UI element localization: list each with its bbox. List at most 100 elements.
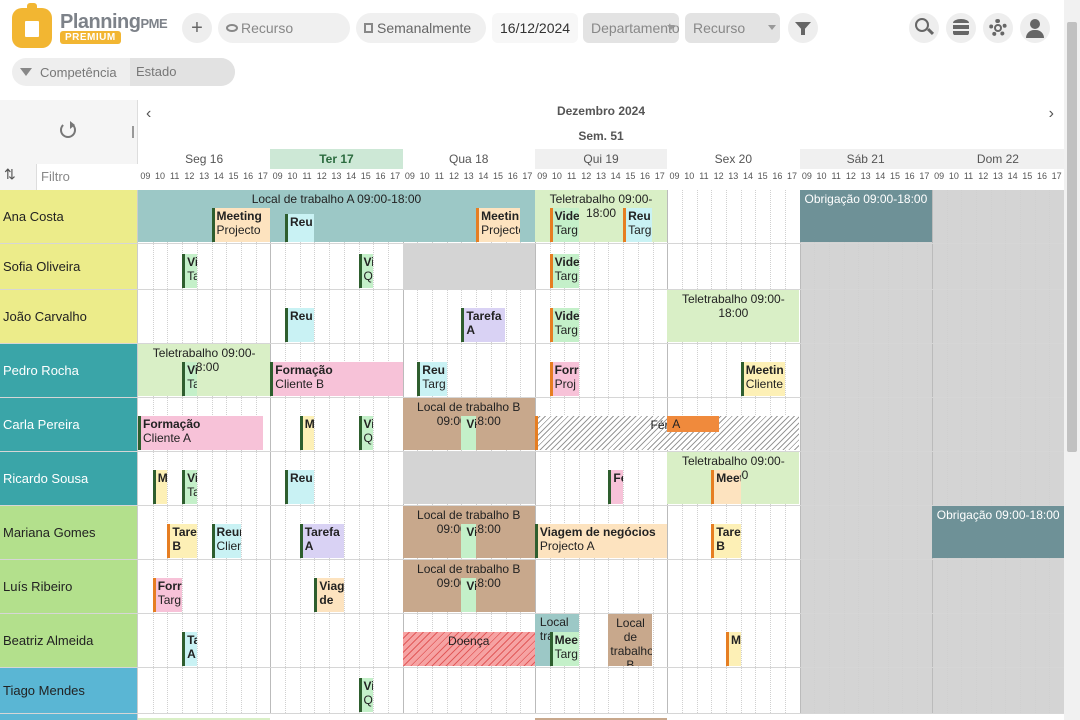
column-resize-handle[interactable] — [132, 126, 134, 138]
filter-input[interactable]: Filtro — [36, 164, 138, 190]
telework-event[interactable]: Teletrabalho 09:00-18:00 — [667, 290, 800, 342]
video-event[interactable]: ViQ2 — [358, 678, 374, 712]
video-event[interactable]: Vi — [461, 578, 477, 612]
schedule-grid[interactable]: Local de trabalho A 09:00-18:00 Teletraba… — [138, 190, 1064, 243]
view-mode-select[interactable]: Semanalmente — [356, 13, 486, 43]
resource-name[interactable]: Sofia Oliveira — [0, 244, 138, 289]
competence-filter[interactable]: Competência — [40, 65, 130, 80]
day-header[interactable]: Sex 20 — [667, 149, 799, 169]
hour-gridline — [285, 506, 286, 559]
resource-name[interactable]: Ana Costa — [0, 190, 138, 243]
video-event[interactable]: Vi Ta — [182, 254, 197, 288]
hour-gridline — [814, 614, 816, 667]
task-event[interactable]: Tare B — [711, 524, 741, 558]
resource-search-input[interactable]: Recurso — [218, 13, 350, 43]
travel-event[interactable]: Viagem de negócios Projecto A — [534, 524, 668, 558]
day-header[interactable]: Qua 18 — [403, 149, 535, 169]
meeting-event[interactable]: ReunClien — [211, 524, 241, 558]
user-button[interactable] — [1020, 13, 1050, 43]
day-header[interactable]: Sáb 21 — [799, 149, 932, 169]
meeting-event[interactable]: Reu — [285, 308, 315, 342]
schedule-grid[interactable]: TareBReunClienTarefaALocal de trabalho B… — [138, 506, 1064, 559]
scrollbar-thumb[interactable] — [1067, 22, 1077, 452]
meeting-event[interactable]: Mee Targ — [549, 632, 579, 666]
schedule-grid[interactable]: ForrTargViagdeLocal de trabalho B 09:00-… — [138, 560, 1064, 613]
database-button[interactable] — [946, 13, 976, 43]
day-header[interactable]: Ter 17 — [270, 149, 403, 169]
video-event[interactable]: ViQ2 — [358, 416, 374, 450]
meeting-event[interactable]: M — [299, 416, 315, 450]
task-event[interactable]: TaA — [182, 632, 197, 666]
video-event[interactable]: Vi Ta — [182, 362, 197, 396]
task-event[interactable]: Tare B — [167, 524, 197, 558]
obligation-event[interactable]: Obrigação 09:00-18:00 — [931, 506, 1064, 558]
training-event[interactable]: Formação Cliente B — [270, 362, 403, 396]
resource-name[interactable]: Pedro Rocha — [0, 344, 138, 397]
day-header[interactable]: Seg 16 — [138, 149, 270, 169]
training-event[interactable]: Forr Targ — [152, 578, 183, 612]
vertical-scrollbar[interactable] — [1064, 0, 1080, 720]
travel-event[interactable]: Viag de — [314, 578, 344, 612]
schedule-grid[interactable]: Reu Tarefa A Vide Targ Teletrabalho 09:00-18:… — [138, 290, 1064, 343]
department-select[interactable]: Departamento — [583, 13, 679, 43]
training-event[interactable]: Forr Proj — [549, 362, 579, 396]
obligation-event[interactable]: Obrigação 09:00-18:00 — [799, 190, 932, 242]
day-header[interactable]: Dom 22 — [931, 149, 1065, 169]
meeting-event[interactable]: M — [726, 632, 741, 666]
meeting-event[interactable]: Meet — [711, 470, 741, 504]
sick-leave-event[interactable]: Doença — [402, 632, 535, 666]
resource-name[interactable]: João Carvalho — [0, 290, 138, 343]
resource-name[interactable]: Tiago Mendes — [0, 668, 138, 713]
sort-button[interactable]: ⇅ — [4, 166, 34, 184]
video-event[interactable]: ViQ2 — [358, 254, 374, 288]
meeting-event[interactable]: Reu — [285, 214, 315, 242]
schedule-grid[interactable]: FormaçãoCliente AMViQ2Local de trabalho … — [138, 398, 1064, 451]
video-event[interactable]: Vi — [461, 524, 477, 558]
schedule-grid[interactable]: ViQ2 — [138, 668, 1064, 713]
training-event[interactable]: Fo — [608, 470, 624, 504]
video-event[interactable]: Vide Targ — [549, 208, 579, 242]
meeting-event[interactable]: Meeting Projecto — [211, 208, 271, 242]
training-event[interactable]: Formação Cliente A — [138, 416, 263, 450]
meeting-event[interactable]: MeetinProjecto — [476, 208, 521, 242]
resource-name[interactable]: Carla Pereira — [0, 398, 138, 451]
task-event[interactable]: Tarefa A — [461, 308, 506, 342]
video-event[interactable]: Vide Targ — [549, 254, 579, 288]
meeting-event[interactable]: Reu — [285, 470, 315, 504]
video-event[interactable]: Vide Targ — [549, 308, 579, 342]
unavailable-block[interactable] — [402, 244, 535, 290]
resource-name[interactable]: Luís Ribeiro — [0, 560, 138, 613]
schedule-grid[interactable]: Teletrabalho 09:00-18:00 Vi Ta Formação Clie… — [138, 344, 1064, 397]
schedule-grid[interactable]: ViTa ViQ2 VideTarg — [138, 244, 1064, 290]
unavailable-block[interactable] — [402, 452, 535, 504]
add-button[interactable]: + — [182, 13, 212, 43]
schedule-grid[interactable]: TaADoençaLocaltraMeeTargLocal de trabalh… — [138, 614, 1064, 667]
meeting-event[interactable]: Reu Targ — [623, 208, 653, 242]
resource-name[interactable] — [0, 714, 138, 720]
hour-label: 10 — [155, 171, 166, 181]
schedule-grid[interactable]: MViTaReuFoTeletrabalho 09:00-18:00Meet — [138, 452, 1064, 505]
day-header[interactable]: Qui 19 — [534, 149, 668, 169]
video-event[interactable]: Vi — [461, 416, 477, 450]
next-period-button[interactable]: › — [1049, 105, 1054, 123]
resource-name[interactable]: Beatriz Almeida — [0, 614, 138, 667]
workplace-event[interactable]: Local de trabalho B — [608, 614, 653, 666]
state-filter[interactable]: Estado — [130, 58, 235, 86]
resource-name[interactable]: Mariana Gomes — [0, 506, 138, 559]
settings-button[interactable] — [983, 13, 1013, 43]
resource-select[interactable]: Recurso — [685, 13, 780, 43]
meeting-event[interactable]: Meetin Cliente — [740, 362, 785, 396]
video-event[interactable]: Vi Ta — [182, 470, 197, 504]
planning-pme-logo-icon[interactable] — [12, 3, 52, 48]
search-button[interactable] — [909, 13, 939, 43]
filter-button[interactable] — [788, 13, 818, 43]
task-event[interactable]: Tarefa A — [299, 524, 344, 558]
resource-name[interactable]: Ricardo Sousa — [0, 452, 138, 505]
telework-event[interactable]: Teletrabalho 09:00-18:00 — [138, 344, 271, 396]
meeting-event[interactable]: M — [152, 470, 168, 504]
date-input[interactable]: 16/12/2024 — [492, 13, 578, 43]
request-tag[interactable]: A pedido — [667, 416, 719, 432]
meeting-event[interactable]: Reu Targ — [417, 362, 447, 396]
hour-gridline — [814, 560, 816, 613]
day-gridline — [931, 560, 933, 613]
